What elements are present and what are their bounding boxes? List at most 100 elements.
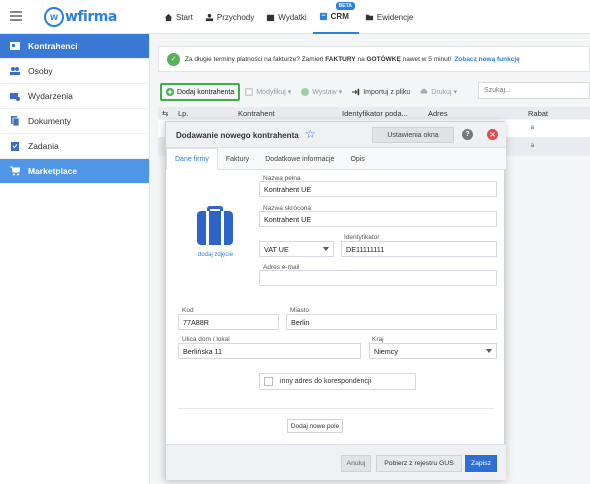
- import-icon: [352, 88, 360, 96]
- full-name-field[interactable]: [259, 181, 497, 197]
- country-select[interactable]: Niemcy: [369, 343, 497, 359]
- banner-text-part: Za długie terminy płatności na fakturze?…: [185, 55, 324, 63]
- identifier-field[interactable]: [341, 241, 497, 257]
- city-label: Miasto: [290, 307, 310, 314]
- add-contractor-dialog: Dodawanie nowego kontrahenta ☆ Ustawieni…: [165, 121, 506, 480]
- sidebar-item-label: Marketplace: [28, 166, 78, 176]
- column-kontrahent[interactable]: Kontrahent: [234, 109, 338, 118]
- sidebar-item-wydarzenia[interactable]: Wydarzenia: [0, 84, 149, 109]
- sidebar-item-osoby[interactable]: Osoby: [0, 59, 149, 84]
- modify-label: Modyfikuj: [256, 88, 286, 96]
- promo-banner: ✓ Za długie terminy płatności na fakturz…: [158, 46, 590, 72]
- dialog-header: Dodawanie nowego kontrahenta ☆ Ustawieni…: [166, 122, 506, 148]
- identifier-label: Identyfikator: [344, 234, 380, 241]
- street-label: Ulica dom / lokal: [182, 336, 230, 343]
- country-label: Kraj: [372, 336, 384, 343]
- column-lp[interactable]: Lp.: [174, 109, 234, 118]
- row-cell-text: a: [530, 125, 534, 131]
- nav-przychody[interactable]: Przychody: [199, 0, 260, 34]
- fetch-gus-button[interactable]: Pobierz z rejestru GUS: [376, 455, 462, 472]
- nav-ewidencje[interactable]: Ewidencje: [359, 0, 419, 34]
- logo[interactable]: w wfirma: [44, 6, 117, 28]
- cart-icon: [10, 166, 20, 176]
- hamburger-menu-icon[interactable]: [10, 11, 22, 21]
- chevron-down-icon: [323, 247, 329, 251]
- print-button[interactable]: Drukuj ▾: [415, 83, 462, 101]
- row-cell-text: a: [530, 143, 534, 149]
- nav-crm[interactable]: CRM BETA: [312, 0, 359, 34]
- import-from-file-button[interactable]: Importuj z pliku: [347, 83, 415, 101]
- add-contractor-button[interactable]: Dodaj kontrahenta: [160, 83, 241, 101]
- star-icon[interactable]: ☆: [305, 127, 316, 141]
- dialog-title: Dodawanie nowego kontrahenta: [176, 131, 299, 140]
- other-address-checkbox-row[interactable]: inny adres do korespondencji: [259, 373, 416, 390]
- grid-header: ⇆ Lp. Kontrahent Identyfikator poda... A…: [158, 107, 590, 119]
- plus-circle-icon: [301, 88, 310, 96]
- issue-button[interactable]: Wystaw ▾: [296, 83, 347, 101]
- wallet-icon: [267, 14, 275, 21]
- divider: [178, 408, 494, 409]
- nav-wydatki-label: Wydatki: [278, 12, 307, 22]
- column-identyfikator[interactable]: Identyfikator poda...: [338, 109, 424, 118]
- crm-icon: [319, 12, 327, 20]
- swap-arrows-icon[interactable]: ⇆: [158, 109, 174, 118]
- nav-crm-label: CRM: [330, 11, 349, 21]
- save-button[interactable]: Zapisz: [465, 455, 497, 472]
- sidebar-item-label: Wydarzenia: [28, 91, 73, 101]
- tab-dodatkowe-informacje[interactable]: Dodatkowe informacje: [257, 148, 342, 170]
- contacts-card-icon: [10, 42, 20, 50]
- close-icon[interactable]: ✕: [487, 129, 498, 140]
- toolbar: Dodaj kontrahenta Modyfikuj ▾ Wystaw ▾ I…: [160, 82, 590, 102]
- nav-wydatki[interactable]: Wydatki: [260, 0, 312, 34]
- banner-text-part: nawet w 5 minut!: [402, 55, 452, 63]
- documents-icon: [11, 116, 20, 126]
- sidebar: Kontrahenci Osoby Wydarzenia Dokumenty Z…: [0, 34, 150, 484]
- beta-badge: BETA: [335, 2, 355, 10]
- folder-icon: [365, 14, 373, 20]
- add-new-field-button[interactable]: Dodaj nowe pole: [287, 419, 343, 433]
- modify-button[interactable]: Modyfikuj ▾: [240, 83, 296, 101]
- search-input[interactable]: [478, 82, 590, 99]
- nav-start[interactable]: Start: [158, 0, 199, 34]
- sidebar-item-label: Kontrahenci: [28, 41, 78, 51]
- street-field[interactable]: [178, 343, 361, 359]
- short-name-field[interactable]: [259, 211, 497, 227]
- tab-opis[interactable]: Opis: [342, 148, 372, 170]
- edit-icon: [245, 88, 253, 96]
- main-nav: Start Przychody Wydatki CRM BETA Ewidenc…: [158, 0, 419, 34]
- zip-label: Kod: [182, 307, 194, 314]
- people-icon: [10, 67, 20, 75]
- cancel-button[interactable]: Anuluj: [341, 455, 371, 472]
- sidebar-item-label: Osoby: [28, 66, 53, 76]
- city-field[interactable]: [286, 314, 497, 330]
- zip-field[interactable]: [178, 314, 279, 330]
- see-new-feature-link[interactable]: Zobacz nową funkcję: [454, 56, 519, 63]
- dialog-tabs: Dane firmy Faktury Dodatkowe informacje …: [166, 148, 506, 170]
- sidebar-item-kontrahenci[interactable]: Kontrahenci: [0, 34, 149, 59]
- nav-start-label: Start: [176, 12, 193, 22]
- issue-label: Wystaw: [312, 88, 337, 96]
- chevron-down-icon: [486, 349, 492, 353]
- column-adres[interactable]: Adres: [424, 109, 524, 118]
- top-bar: w wfirma Start Przychody Wydatki CRM BET…: [0, 0, 590, 34]
- vat-type-value: VAT UE: [264, 245, 289, 254]
- other-address-checkbox[interactable]: [264, 377, 273, 386]
- print-icon: [421, 88, 428, 94]
- tab-faktury[interactable]: Faktury: [218, 148, 257, 170]
- nav-ewidencje-label: Ewidencje: [376, 12, 414, 22]
- window-settings-button[interactable]: Ustawienia okna: [372, 127, 454, 143]
- help-icon[interactable]: ?: [462, 129, 473, 140]
- sidebar-item-marketplace[interactable]: Marketplace: [0, 159, 149, 184]
- tab-dane-firmy[interactable]: Dane firmy: [166, 148, 218, 170]
- sidebar-item-dokumenty[interactable]: Dokumenty: [0, 109, 149, 134]
- email-field[interactable]: [259, 270, 497, 286]
- sidebar-item-zadania[interactable]: Zadania: [0, 134, 149, 159]
- banner-text-part: na: [357, 55, 365, 63]
- home-icon: [164, 13, 173, 21]
- import-label: Importuj z pliku: [363, 88, 411, 96]
- column-rabat[interactable]: Rabat: [524, 109, 564, 118]
- add-photo-link[interactable]: dodaj zdjęcie: [198, 252, 233, 258]
- banner-text: Za długie terminy płatności na fakturze?…: [185, 56, 451, 63]
- vat-type-select[interactable]: VAT UE: [259, 241, 334, 257]
- country-value: Niemcy: [374, 347, 398, 356]
